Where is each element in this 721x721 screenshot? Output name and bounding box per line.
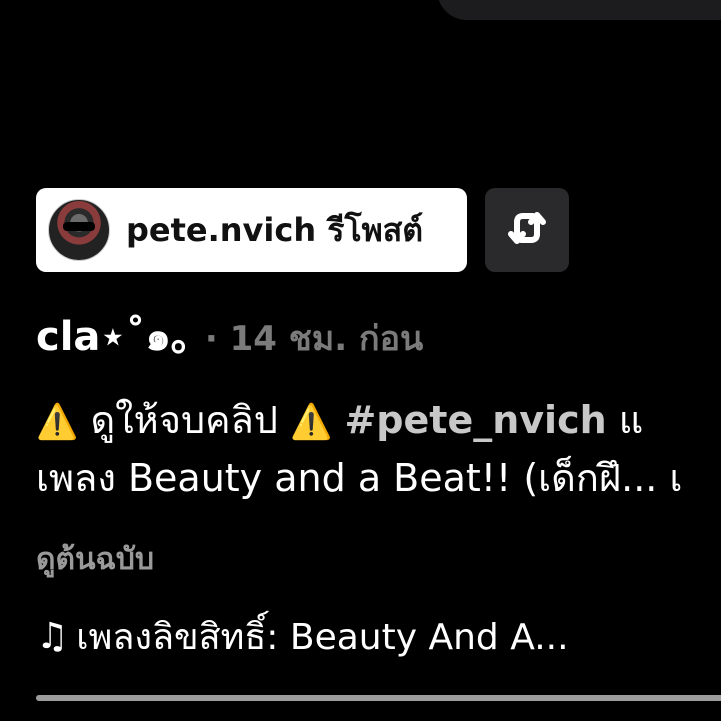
- repost-action-text: รีโพสต์: [327, 210, 424, 249]
- music-info[interactable]: ♫ เพลงลิขสิทธิ์: Beauty And A...: [36, 608, 569, 665]
- see-original-link[interactable]: ดูต้นฉบับ: [36, 536, 154, 583]
- avatar[interactable]: [48, 199, 110, 261]
- repost-username: pete.nvich: [126, 210, 317, 249]
- video-progress-bar[interactable]: [36, 695, 721, 701]
- repost-icon: [503, 206, 551, 254]
- reposted-by-chip[interactable]: pete.nvich รีโพสต์: [36, 188, 467, 272]
- music-note-icon: ♫: [36, 616, 69, 657]
- post-time: · 14 ชม. ก่อน: [205, 311, 423, 365]
- caption-line-1: ⚠️ ดูให้จบคลิป ⚠️ #pete_nvich แ: [36, 392, 721, 450]
- hashtag-link[interactable]: #pete_nvich: [344, 398, 606, 442]
- reposted-by-label: pete.nvich รีโพสต์: [126, 205, 423, 256]
- music-title: เพลงลิขสิทธิ์: Beauty And A...: [76, 617, 569, 658]
- post-caption[interactable]: ⚠️ ดูให้จบคลิป ⚠️ #pete_nvich แ เพลง Bea…: [36, 392, 721, 506]
- meta-separator: ·: [204, 319, 218, 359]
- top-overlay-pill: [437, 0, 721, 20]
- author-name[interactable]: cla⋆˚๑｡: [36, 304, 191, 368]
- warning-icon: ⚠️: [290, 402, 333, 442]
- repost-button[interactable]: [485, 188, 569, 272]
- caption-text-overflow: แ: [618, 398, 644, 442]
- post-timestamp: 14 ชม. ก่อน: [229, 319, 424, 359]
- post-meta: cla⋆˚๑｡ · 14 ชม. ก่อน: [36, 304, 423, 360]
- warning-icon: ⚠️: [36, 402, 79, 442]
- caption-text: ดูให้จบคลิป: [90, 398, 278, 442]
- video-progress-fill: [36, 695, 721, 701]
- caption-line-2: เพลง Beauty and a Beat!! (เด็กฝึ... เ: [36, 456, 683, 500]
